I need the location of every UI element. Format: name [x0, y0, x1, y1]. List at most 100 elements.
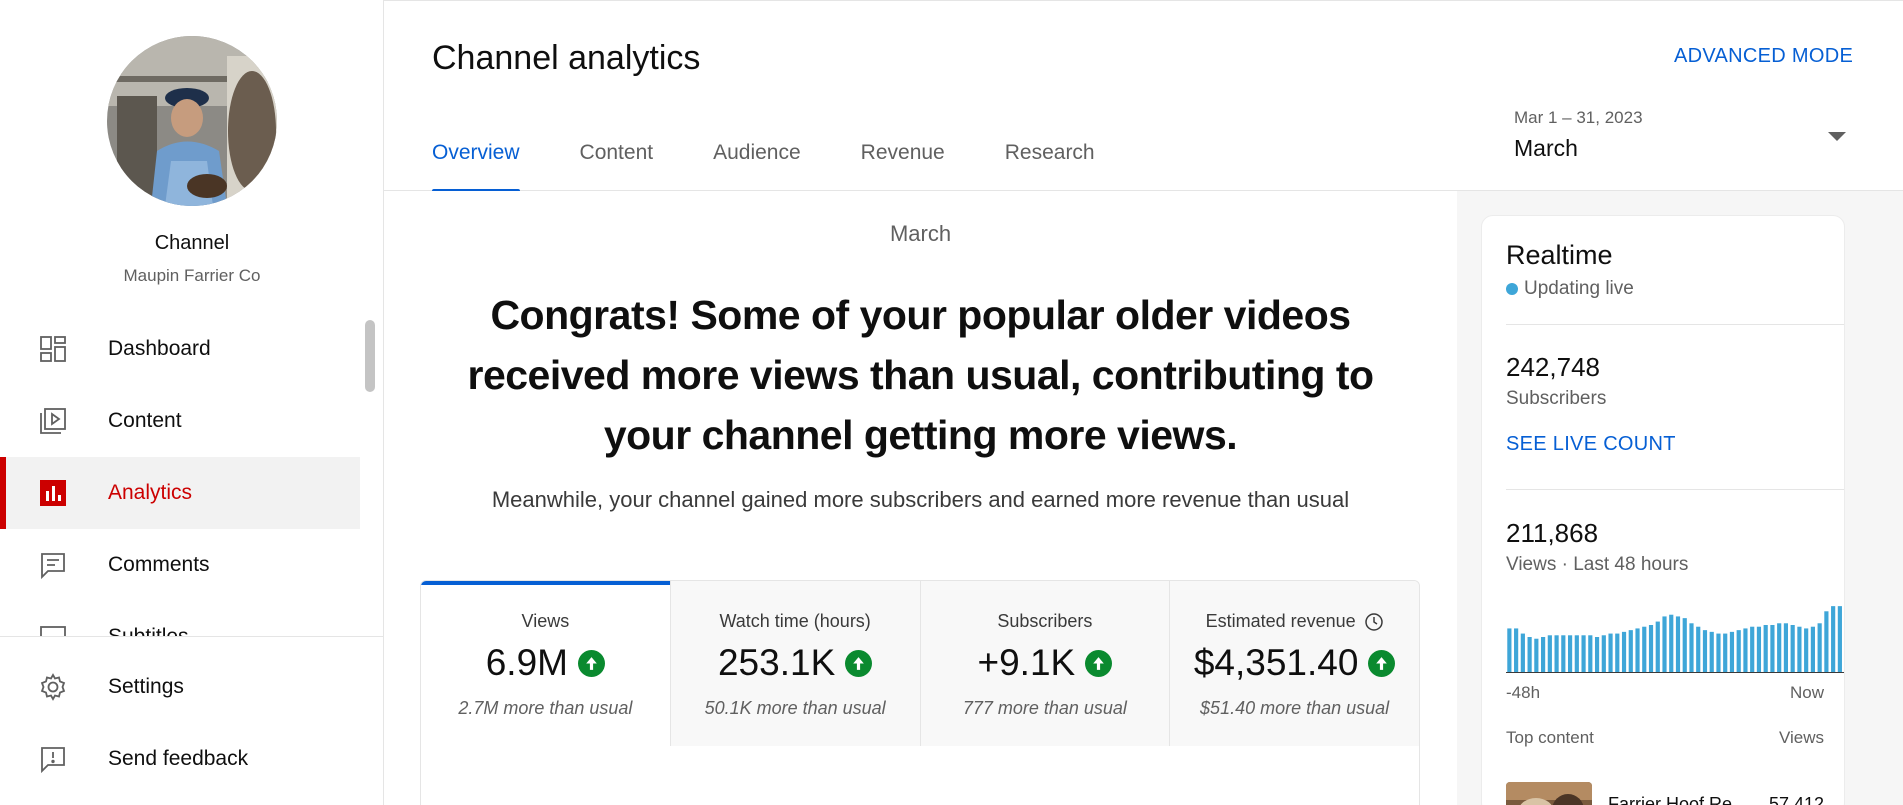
sidebar-item-content[interactable]: Content [0, 385, 360, 457]
sidebar-item-dashboard[interactable]: Dashboard [0, 313, 360, 385]
chart-bar[interactable] [1655, 621, 1660, 673]
tab-audience[interactable]: Audience [713, 141, 801, 192]
chart-bar[interactable] [1750, 626, 1755, 673]
realtime-title: Realtime [1506, 240, 1613, 270]
sidebar-bottom-nav: Settings Send feedback [0, 636, 383, 795]
chart-bar[interactable] [1621, 631, 1627, 673]
chart-bar[interactable] [1736, 630, 1741, 673]
chart-bar[interactable] [1547, 635, 1552, 673]
chart-bar[interactable] [1777, 623, 1782, 673]
sidebar-item-label: Send feedback [108, 747, 249, 770]
chart-bar[interactable] [1682, 618, 1687, 673]
axis-start-label: -48h [1506, 683, 1541, 702]
chart-bar[interactable] [1594, 637, 1600, 673]
chart-bar[interactable] [1804, 628, 1809, 673]
chart-bar[interactable] [1567, 635, 1573, 673]
chart-bar[interactable] [1642, 626, 1647, 673]
chart-bar[interactable] [1790, 625, 1795, 673]
top-content-thumbnail[interactable] [1506, 782, 1592, 805]
tab-content[interactable]: Content [580, 141, 654, 192]
chart-bar[interactable] [1561, 635, 1566, 673]
chart-bar[interactable] [1810, 626, 1815, 673]
sidebar-item-settings[interactable]: Settings [0, 651, 383, 723]
views-label: Views · Last 48 hours [1506, 554, 1689, 575]
top-content-view-count: 57,412 [1768, 794, 1824, 805]
caret-down-icon[interactable] [1828, 132, 1846, 141]
chart-bar[interactable] [1574, 635, 1579, 673]
chart-bar[interactable] [1743, 628, 1748, 673]
sidebar-item-analytics[interactable]: Analytics [0, 457, 360, 529]
metric-card-watch-time[interactable]: Watch time (hours) 253.1K 50.1K more tha… [669, 581, 920, 746]
chart-bar[interactable] [1507, 628, 1512, 673]
date-range: Mar 1 – 31, 2023 [1514, 108, 1643, 127]
chart-bar[interactable] [1689, 623, 1694, 673]
sidebar-scrollbar[interactable] [365, 320, 375, 392]
metric-delta: 50.1K more than usual [704, 698, 886, 718]
chart-bar[interactable] [1716, 633, 1721, 673]
chart-bar[interactable] [1554, 635, 1559, 673]
chart-bar[interactable] [1534, 638, 1539, 673]
metric-card-estimated-revenue[interactable]: Estimated revenue $4,351.40 $51.40 more … [1169, 581, 1419, 746]
chart-bar[interactable] [1581, 635, 1586, 673]
subscriber-count: 242,748 [1506, 352, 1600, 382]
chart-bar[interactable] [1615, 633, 1620, 673]
metric-card-views[interactable]: Views 6.9M 2.7M more than usual [421, 581, 670, 746]
sidebar-item-label: Subtitles [108, 625, 189, 636]
tab-overview[interactable]: Overview [432, 141, 520, 193]
metric-value: $4,351.40 [1170, 642, 1419, 684]
chart-bar[interactable] [1662, 616, 1667, 673]
chart-bar[interactable] [1520, 633, 1525, 673]
see-live-count-link[interactable]: SEE LIVE COUNT [1506, 433, 1676, 456]
chart-bar[interactable] [1696, 626, 1701, 673]
sidebar: Channel Maupin Farrier Co Dashboard Cont… [0, 0, 384, 805]
page-title: Channel analytics [432, 39, 701, 77]
chart-bar[interactable] [1527, 637, 1532, 673]
top-content-title[interactable]: Farrier Hoof Re... [1608, 794, 1747, 805]
tab-research[interactable]: Research [1005, 141, 1095, 192]
chart-bar[interactable] [1817, 623, 1822, 673]
advanced-mode-link[interactable]: ADVANCED MODE [1674, 45, 1853, 68]
chart-bar[interactable] [1648, 625, 1654, 673]
chart-bar[interactable] [1824, 611, 1829, 673]
sidebar-item-label: Content [108, 409, 182, 432]
chart-bar[interactable] [1831, 606, 1836, 673]
chart-bar[interactable] [1635, 628, 1640, 673]
chart-bar[interactable] [1770, 625, 1775, 673]
chart-bar[interactable] [1756, 626, 1762, 673]
channel-avatar[interactable] [107, 36, 277, 206]
chart-bar[interactable] [1675, 616, 1681, 673]
chart-baseline [1506, 672, 1844, 673]
insight-headline: Congrats! Some of your popular older vid… [467, 292, 1374, 458]
divider [1506, 324, 1844, 325]
chart-bar[interactable] [1702, 630, 1708, 673]
chart-bar[interactable] [1763, 625, 1768, 673]
chart-bar[interactable] [1588, 635, 1593, 673]
chart-bar[interactable] [1729, 631, 1735, 673]
sidebar-item-send-feedback[interactable]: Send feedback [0, 723, 383, 795]
chart-bar[interactable] [1797, 626, 1802, 673]
chart-bar[interactable] [1601, 635, 1606, 673]
chart-bar[interactable] [1783, 623, 1789, 673]
clock-icon[interactable] [1364, 612, 1384, 632]
tab-revenue[interactable]: Revenue [861, 141, 945, 192]
metric-card-subscribers[interactable]: Subscribers +9.1K 777 more than usual [919, 581, 1170, 746]
chart-bar[interactable] [1628, 630, 1633, 673]
realtime-views-chart[interactable] [1506, 601, 1845, 673]
chart-bar[interactable] [1669, 614, 1674, 673]
chart-bar[interactable] [1514, 628, 1519, 673]
chart-bar[interactable] [1608, 633, 1613, 673]
overview-main: March Congrats! Some of your popular old… [384, 191, 1457, 805]
sidebar-item-subtitles[interactable]: Subtitles [0, 601, 360, 636]
gear-icon [38, 672, 68, 702]
arrow-up-icon [845, 649, 873, 677]
chart-bar[interactable] [1723, 633, 1728, 673]
metric-delta: 777 more than usual [962, 698, 1127, 718]
top-content-views-header: Views [1778, 728, 1824, 747]
analytics-header: Channel analytics ADVANCED MODE Overview… [384, 0, 1903, 193]
metric-cards: Views 6.9M 2.7M more than usual Watch ti… [420, 580, 1420, 805]
sidebar-item-comments[interactable]: Comments [0, 529, 360, 601]
chart-bar[interactable] [1709, 631, 1714, 673]
chart-bar[interactable] [1541, 637, 1546, 673]
metric-value: 6.9M [421, 642, 670, 684]
chart-bar[interactable] [1837, 606, 1842, 673]
